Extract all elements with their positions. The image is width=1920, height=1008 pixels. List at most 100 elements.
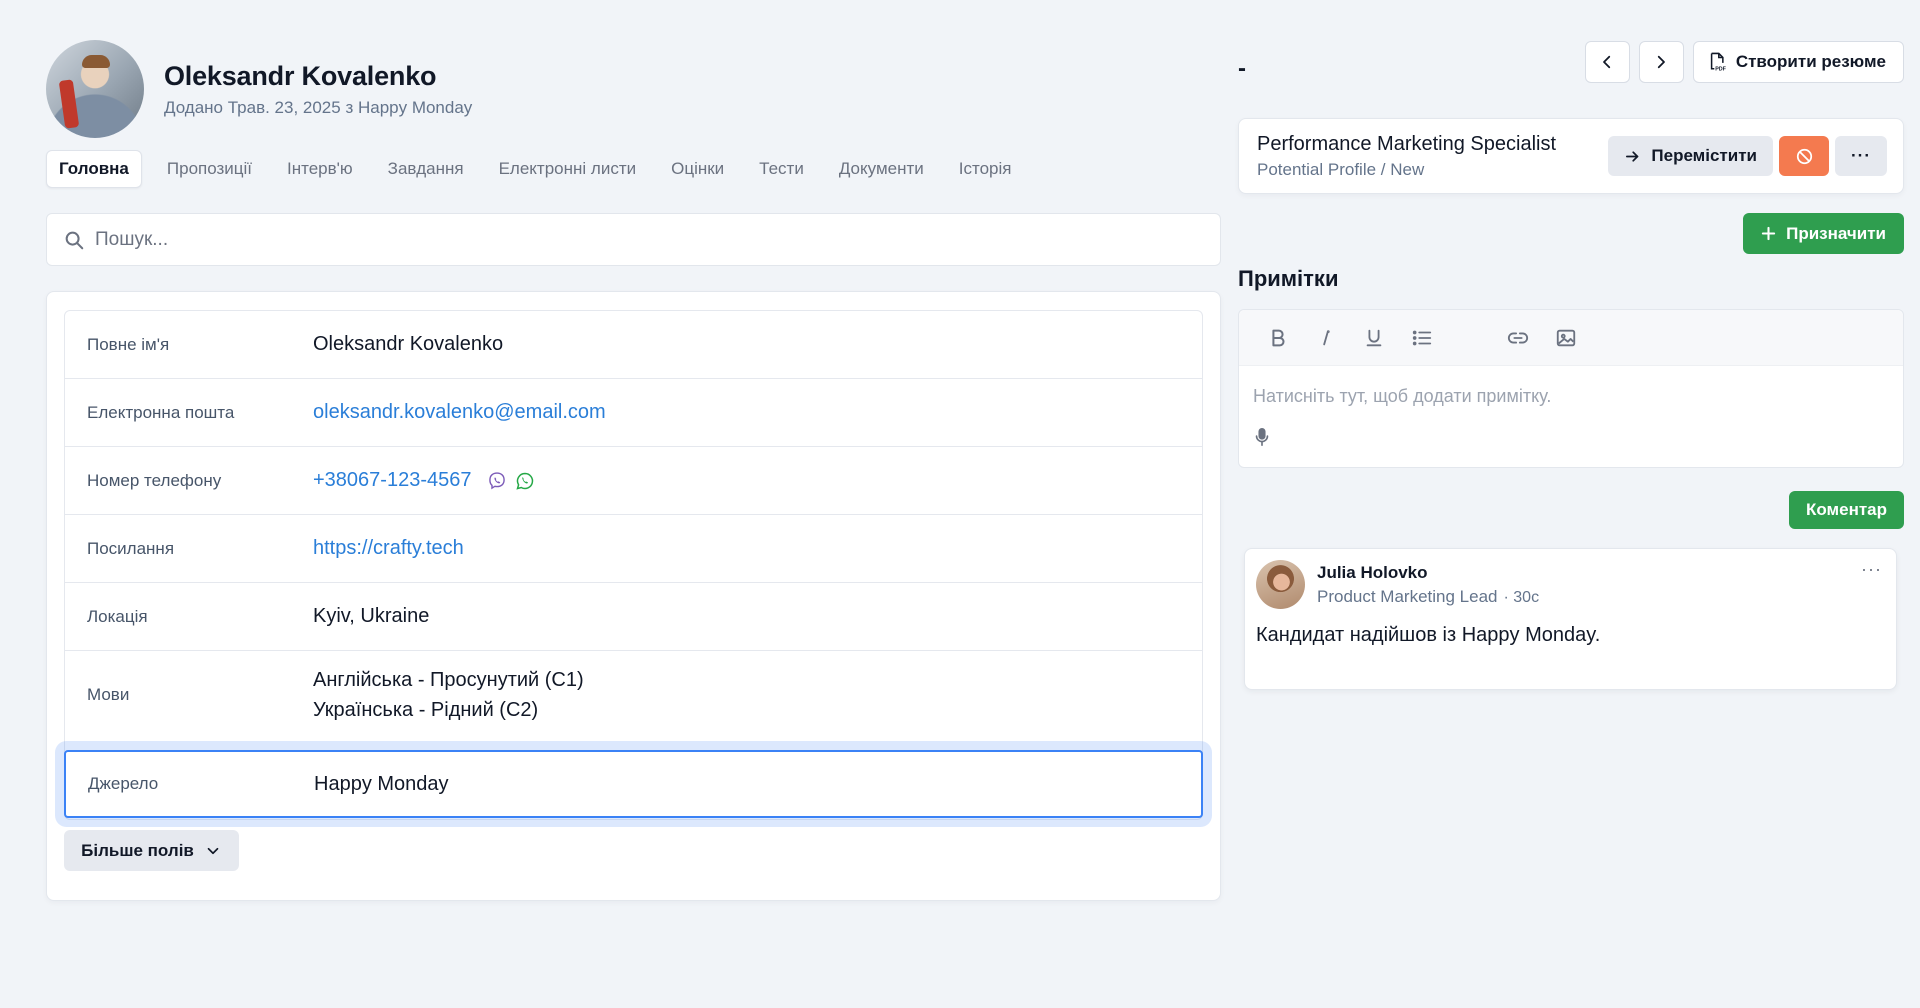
field-row-location[interactable]: Локація Kyiv, Ukraine xyxy=(65,583,1202,651)
language-item: Українська - Рідний (C2) xyxy=(313,699,539,721)
insert-image-button[interactable] xyxy=(1554,326,1578,350)
list-icon xyxy=(1412,330,1432,345)
link-icon xyxy=(1507,332,1529,343)
search-bar xyxy=(46,213,1221,266)
tab-history[interactable]: Історія xyxy=(942,150,1029,188)
language-item: Англійська - Просунутий (C1) xyxy=(313,669,584,691)
email-link[interactable]: oleksandr.kovalenko@email.com xyxy=(313,401,606,424)
bold-button[interactable] xyxy=(1266,326,1290,350)
move-button[interactable]: Перемістити xyxy=(1608,136,1773,176)
field-row-full-name[interactable]: Повне ім'я Oleksandr Kovalenko xyxy=(65,311,1202,379)
next-candidate-button[interactable] xyxy=(1638,41,1684,83)
field-value-location: Kyiv, Ukraine xyxy=(313,605,430,627)
tab-evaluations[interactable]: Оцінки xyxy=(654,150,741,188)
phone-link[interactable]: +38067-123-4567 xyxy=(313,469,471,491)
candidate-name: Oleksandr Kovalenko xyxy=(164,60,437,91)
fields-table: Повне ім'я Oleksandr Kovalenko Електронн… xyxy=(64,310,1203,820)
author-avatar xyxy=(1256,560,1305,609)
comment-button[interactable]: Коментар xyxy=(1789,491,1904,529)
chevron-left-icon xyxy=(1603,55,1611,69)
field-row-phone[interactable]: Номер телефону +38067-123-4567 xyxy=(65,447,1202,515)
website-link[interactable]: https://crafty.tech xyxy=(313,537,464,560)
previous-candidate-button[interactable] xyxy=(1584,41,1630,83)
underline-icon xyxy=(1366,329,1382,346)
note-text: Кандидат надійшов із Happy Monday. xyxy=(1256,624,1601,646)
field-value-source[interactable]: Happy Monday xyxy=(314,773,449,796)
ban-icon xyxy=(1796,148,1812,164)
move-label: Перемістити xyxy=(1651,146,1757,165)
note-role-line: Product Marketing Lead · 30с xyxy=(1317,587,1539,607)
field-label: Номер телефону xyxy=(87,470,222,490)
tab-documents[interactable]: Документи xyxy=(822,150,941,188)
tab-offers[interactable]: Пропозиції xyxy=(150,150,269,188)
tab-main[interactable]: Головна xyxy=(46,150,142,188)
note-editor: Натисніть тут, щоб додати примітку. xyxy=(1238,309,1904,468)
top-toolbar: - PDF Створити резюме xyxy=(1238,40,1904,84)
note-header: Julia Holovko Product Marketing Lead · 30… xyxy=(1256,560,1884,609)
panel-title: - xyxy=(1238,55,1246,82)
bullet-list-button[interactable] xyxy=(1410,326,1434,350)
phone-value: +38067-123-4567 xyxy=(313,469,535,492)
field-label: Повне ім'я xyxy=(87,334,170,354)
viber-icon[interactable] xyxy=(487,471,507,491)
field-label: Мови xyxy=(87,685,130,704)
job-stage: Potential Profile / New xyxy=(1257,159,1425,179)
pdf-file-icon: PDF xyxy=(1710,52,1726,72)
insert-link-button[interactable] xyxy=(1506,326,1530,350)
assign-row: Призначити xyxy=(1238,213,1904,254)
comment-row: Коментар xyxy=(1238,491,1904,529)
plus-icon xyxy=(1761,226,1776,241)
bold-icon xyxy=(1272,329,1285,346)
underline-button[interactable] xyxy=(1362,326,1386,350)
note-meta: Julia Holovko Product Marketing Lead · 30… xyxy=(1317,563,1539,607)
note-item: Julia Holovko Product Marketing Lead · 30… xyxy=(1244,548,1897,690)
note-author-role: Product Marketing Lead xyxy=(1317,587,1498,606)
assign-button[interactable]: Призначити xyxy=(1743,213,1904,254)
whatsapp-icon[interactable] xyxy=(515,471,535,491)
note-placeholder[interactable]: Натисніть тут, щоб додати примітку. xyxy=(1253,386,1889,407)
candidate-avatar xyxy=(46,40,144,138)
create-resume-label: Створити резюме xyxy=(1735,52,1886,71)
reject-button[interactable] xyxy=(1779,136,1829,176)
candidate-fields-card: Повне ім'я Oleksandr Kovalenko Електронн… xyxy=(46,291,1221,901)
field-row-source[interactable]: Джерело Happy Monday xyxy=(64,750,1203,818)
note-author: Julia Holovko xyxy=(1317,563,1428,582)
field-value-languages: Англійська - Просунутий (C1) Українська … xyxy=(313,665,584,725)
job-actions: Перемістити ··· xyxy=(1608,136,1887,176)
arrow-right-icon xyxy=(1626,150,1639,162)
candidate-added-info: Додано Трав. 23, 2025 з Happy Monday xyxy=(164,97,473,117)
field-label: Джерело xyxy=(88,774,159,793)
field-label: Електронна пошта xyxy=(87,402,235,422)
job-title[interactable]: Performance Marketing Specialist xyxy=(1257,133,1556,156)
note-more-button[interactable]: ··· xyxy=(1861,559,1882,580)
job-info: Performance Marketing Specialist Potenti… xyxy=(1257,133,1556,180)
tab-emails[interactable]: Електронні листи xyxy=(482,150,654,188)
image-icon xyxy=(1556,329,1576,346)
top-actions: PDF Створити резюме xyxy=(1584,41,1904,83)
field-row-email[interactable]: Електронна пошта oleksandr.kovalenko@ema… xyxy=(65,379,1202,447)
more-fields-button[interactable]: Більше полів xyxy=(64,830,239,871)
field-label: Посилання xyxy=(87,538,175,558)
tab-tests[interactable]: Тести xyxy=(742,150,821,188)
editor-toolbar xyxy=(1239,310,1903,366)
note-time: · 30с xyxy=(1503,589,1540,606)
field-value-full-name: Oleksandr Kovalenko xyxy=(313,333,504,355)
create-resume-button[interactable]: PDF Створити резюме xyxy=(1692,41,1904,83)
pipeline-panel: - PDF Створити резюме Performance Market… xyxy=(1238,40,1904,690)
job-card: Performance Marketing Specialist Potenti… xyxy=(1238,118,1904,194)
candidate-tabs: Головна Пропозиції Інтерв'ю Завдання Еле… xyxy=(46,150,1221,188)
editor-body[interactable]: Натисніть тут, щоб додати примітку. xyxy=(1239,366,1903,452)
tab-interviews[interactable]: Інтерв'ю xyxy=(270,150,370,188)
italic-button[interactable] xyxy=(1314,326,1338,350)
field-row-languages[interactable]: Мови Англійська - Просунутий (C1) Україн… xyxy=(65,651,1202,739)
candidate-name-block: Oleksandr Kovalenko Додано Трав. 23, 202… xyxy=(164,61,472,118)
notes-title: Примітки xyxy=(1238,266,1339,291)
more-fields-label: Більше полів xyxy=(81,840,194,860)
assign-label: Призначити xyxy=(1786,223,1886,243)
tab-tasks[interactable]: Завдання xyxy=(371,150,481,188)
svg-text:PDF: PDF xyxy=(1715,67,1726,72)
search-input[interactable] xyxy=(95,228,1095,251)
field-row-link[interactable]: Посилання https://crafty.tech xyxy=(65,515,1202,583)
job-more-button[interactable]: ··· xyxy=(1835,136,1887,176)
microphone-icon[interactable] xyxy=(1253,427,1271,447)
